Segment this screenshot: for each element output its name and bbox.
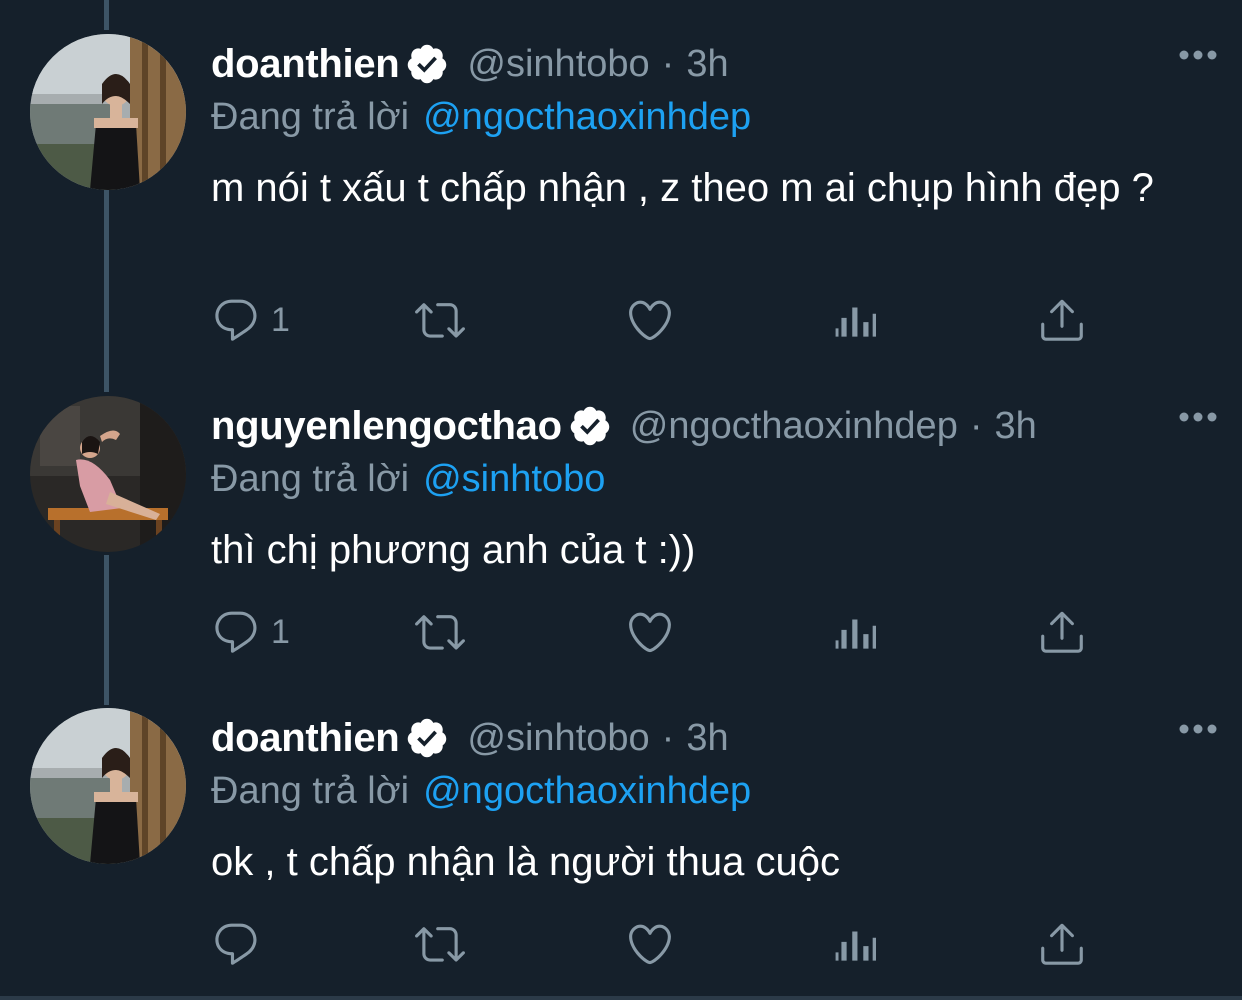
share-icon <box>1037 295 1087 345</box>
more-options-icon[interactable] <box>1176 716 1220 742</box>
mention-link[interactable]: @sinhtobo <box>423 458 605 500</box>
analytics-icon <box>831 295 881 345</box>
tweet[interactable]: doanthien @sinhtobo · 3h Đang trả lời @ng… <box>0 708 1242 978</box>
like-icon <box>625 295 675 345</box>
more-options-icon[interactable] <box>1176 404 1220 430</box>
like-icon <box>625 607 675 657</box>
more-options-icon[interactable] <box>1176 42 1220 68</box>
like-icon <box>625 919 675 969</box>
retweet-icon <box>415 607 465 657</box>
share-icon <box>1037 607 1087 657</box>
reply-button[interactable]: 1 <box>211 602 290 662</box>
conversation-thread: doanthien @sinhtobo · 3h Đang trả lời @ng… <box>0 0 1242 1000</box>
divider <box>0 996 1242 1000</box>
separator-dot: · <box>661 716 675 759</box>
analytics-icon <box>831 919 881 969</box>
analytics-icon <box>831 607 881 657</box>
user-handle[interactable]: @ngocthaoxinhdep <box>630 405 958 448</box>
like-button[interactable] <box>625 602 675 662</box>
share-button[interactable] <box>1037 602 1087 662</box>
verified-badge-icon <box>405 42 449 86</box>
separator-dot: · <box>661 42 675 85</box>
user-handle[interactable]: @sinhtobo <box>467 717 649 760</box>
replying-to: Đang trả lời @sinhtobo <box>211 458 605 501</box>
reply-icon <box>211 295 261 345</box>
share-button[interactable] <box>1037 290 1087 350</box>
tweet-actions <box>211 914 1111 974</box>
retweet-button[interactable] <box>415 914 465 974</box>
analytics-button[interactable] <box>831 914 881 974</box>
share-icon <box>1037 919 1087 969</box>
tweet-text: ok , t chấp nhận là người thua cuộc <box>211 840 840 884</box>
tweet-actions: 1 <box>211 602 1111 662</box>
avatar-photo <box>30 708 186 864</box>
display-name[interactable]: doanthien <box>211 42 400 87</box>
verified-badge-icon <box>568 404 612 448</box>
separator-dot: · <box>969 404 983 447</box>
replying-to: Đang trả lời @ngocthaoxinhdep <box>211 770 751 813</box>
thread-line <box>104 0 109 30</box>
avatar[interactable] <box>30 708 186 864</box>
tweet-header: doanthien @sinhtobo · 3h <box>211 34 729 94</box>
tweet-text: thì chị phương anh của t :)) <box>211 528 696 572</box>
replying-label: Đang trả lời <box>211 96 410 138</box>
like-button[interactable] <box>625 290 675 350</box>
analytics-button[interactable] <box>831 602 881 662</box>
reply-count: 1 <box>271 612 290 651</box>
replying-label: Đang trả lời <box>211 770 410 812</box>
display-name[interactable]: doanthien <box>211 716 400 761</box>
user-handle[interactable]: @sinhtobo <box>467 43 649 86</box>
avatar-photo <box>30 396 186 552</box>
retweet-icon <box>415 295 465 345</box>
replying-label: Đang trả lời <box>211 458 410 500</box>
tweet[interactable]: doanthien @sinhtobo · 3h Đang trả lời @ng… <box>0 34 1242 374</box>
like-button[interactable] <box>625 914 675 974</box>
tweet-header: nguyenlengocthao @ngocthaoxinhdep · 3h <box>211 396 1037 456</box>
mention-link[interactable]: @ngocthaoxinhdep <box>423 770 751 812</box>
avatar-photo <box>30 34 186 190</box>
avatar[interactable] <box>30 396 186 552</box>
reply-button[interactable] <box>211 914 271 974</box>
reply-icon <box>211 919 261 969</box>
timestamp[interactable]: 3h <box>686 43 728 86</box>
reply-button[interactable]: 1 <box>211 290 290 350</box>
reply-count: 1 <box>271 300 290 339</box>
replying-to: Đang trả lời @ngocthaoxinhdep <box>211 96 751 139</box>
timestamp[interactable]: 3h <box>994 405 1036 448</box>
retweet-button[interactable] <box>415 602 465 662</box>
retweet-button[interactable] <box>415 290 465 350</box>
retweet-icon <box>415 919 465 969</box>
mention-link[interactable]: @ngocthaoxinhdep <box>423 96 751 138</box>
share-button[interactable] <box>1037 914 1087 974</box>
reply-icon <box>211 607 261 657</box>
tweet-header: doanthien @sinhtobo · 3h <box>211 708 729 768</box>
tweet-actions: 1 <box>211 290 1111 350</box>
tweet-text: m nói t xấu t chấp nhận , z theo m ai ch… <box>211 166 1154 210</box>
analytics-button[interactable] <box>831 290 881 350</box>
timestamp[interactable]: 3h <box>686 717 728 760</box>
display-name[interactable]: nguyenlengocthao <box>211 404 562 449</box>
verified-badge-icon <box>405 716 449 760</box>
tweet[interactable]: nguyenlengocthao @ngocthaoxinhdep · 3h Đ… <box>0 396 1242 686</box>
avatar[interactable] <box>30 34 186 190</box>
